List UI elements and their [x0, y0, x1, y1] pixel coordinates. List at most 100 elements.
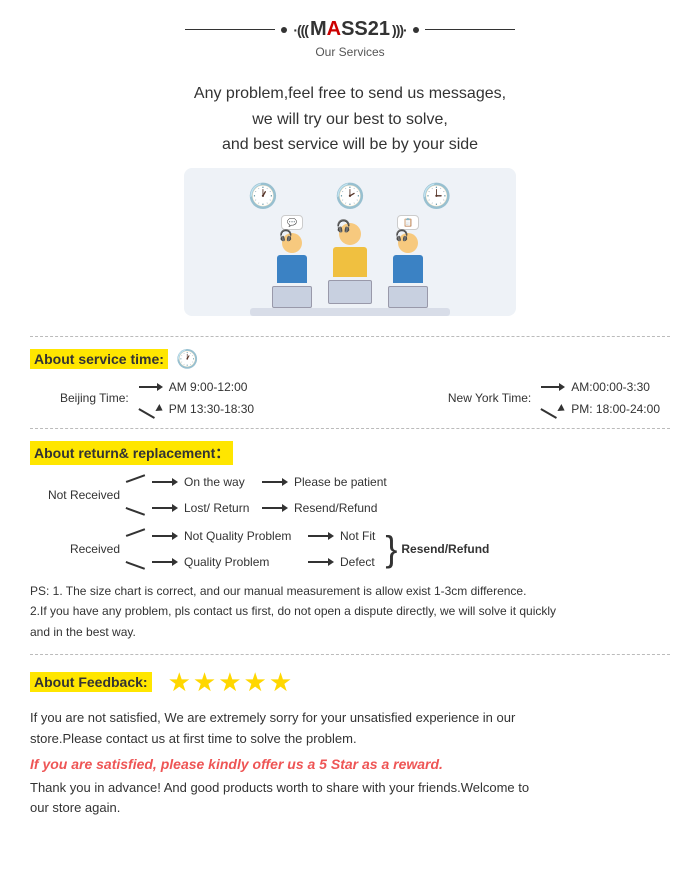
defect-arrow	[308, 558, 334, 566]
newyork-label: New York Time:	[448, 391, 531, 405]
clock-icon-2: 🕑	[335, 182, 365, 211]
feedback-text1: If you are not satisfied, We are extreme…	[30, 710, 515, 725]
branch-up-line	[126, 474, 145, 482]
beijing-label: Beijing Time:	[60, 391, 129, 405]
ny-am-arrow	[541, 383, 565, 391]
feedback-satisfied-text: If you are satisfied, please kindly offe…	[30, 756, 670, 772]
received-branches: Not Quality Problem Not Fit Quality Prob…	[126, 529, 375, 569]
star-1: ★	[168, 667, 191, 698]
resend-refund-2-text: Resend/Refund	[401, 542, 489, 556]
agent-body-3	[393, 255, 423, 283]
feedback-text2: store.Please contact us at first time to…	[30, 731, 357, 746]
ps-line1: PS: 1. The size chart is correct, and ou…	[30, 581, 670, 601]
beijing-times: AM 9:00-12:00 PM 13:30-18:30	[139, 380, 254, 416]
divider-3	[30, 654, 670, 655]
ny-pm-arrow-down	[541, 405, 565, 413]
logo-wave-left: ·(((	[293, 22, 308, 38]
not-quality-arrow	[152, 532, 178, 540]
received-label: Received	[40, 542, 120, 556]
beijing-time-block: Beijing Time: AM 9:00-12:00 PM 13:30-18:…	[60, 380, 254, 416]
tagline-line1: Any problem,feel free to send us message…	[40, 81, 660, 107]
clock-icon-1: 🕐	[248, 182, 278, 211]
received-block: Received Not Quality Problem Not Fit	[40, 529, 670, 569]
resend-arrow-1	[262, 504, 288, 512]
on-way-arrow	[152, 478, 178, 486]
agent-head-3: 🎧	[398, 233, 418, 253]
speech-bubble-1: 💬	[281, 215, 303, 230]
return-title: About return& replacement：	[30, 441, 670, 465]
newyork-pm-row: PM: 18:00-24:00	[541, 402, 660, 416]
laptop-3	[388, 286, 428, 308]
feedback-title-text: About Feedback:	[30, 672, 152, 692]
tagline-line3: and best service will be by your side	[40, 132, 660, 158]
lost-arrow	[152, 504, 178, 512]
recv-branch-up	[126, 528, 145, 536]
newyork-times: AM:00:00-3:30 PM: 18:00-24:00	[541, 380, 660, 416]
ps-line2: 2.If you have any problem, pls contact u…	[30, 601, 670, 621]
logo-wave-right: )))·	[392, 22, 407, 38]
star-rating: ★ ★ ★ ★ ★	[168, 667, 293, 698]
lost-return-row: Lost/ Return Resend/Refund	[126, 501, 387, 515]
service-time-title-text: About service time:	[30, 349, 168, 369]
quality-problem-text: Quality Problem	[184, 555, 302, 569]
feedback-thanks-block: Thank you in advance! And good products …	[30, 778, 670, 820]
beijing-pm-row: PM 13:30-18:30	[139, 402, 254, 416]
feedback-section: About Feedback: ★ ★ ★ ★ ★ If you are not…	[30, 667, 670, 819]
ps-line3: and in the best way.	[30, 622, 670, 642]
not-quality-text: Not Quality Problem	[184, 529, 302, 543]
service-time-section: About service time: 🕐 Beijing Time: AM 9…	[30, 349, 670, 416]
beijing-am-text: AM 9:00-12:00	[169, 380, 248, 394]
feedback-thanks-text2: our store again.	[30, 800, 120, 815]
subtitle: Our Services	[0, 45, 700, 59]
feedback-not-satisfied: If you are not satisfied, We are extreme…	[30, 708, 670, 750]
line-right	[425, 29, 515, 31]
divider-1	[30, 336, 670, 337]
star-5: ★	[269, 667, 292, 698]
header-section: ·((( MASS21 )))· Our Services	[0, 0, 700, 65]
on-the-way-row: On the way Please be patient	[126, 475, 387, 489]
desk-surface	[250, 308, 450, 316]
newyork-pm-text: PM: 18:00-24:00	[571, 402, 660, 416]
tagline-line2: we will try our best to solve,	[40, 107, 660, 133]
lost-return-text: Lost/ Return	[184, 501, 256, 515]
customer-service-illustration: 🕐 🕑 🕒 💬 🎧 🎧	[0, 168, 700, 316]
am-arrow	[139, 383, 163, 391]
recv-branch-down	[126, 561, 145, 569]
not-received-label: Not Received	[40, 488, 120, 502]
not-fit-text: Not Fit	[340, 529, 375, 543]
clock-emoji: 🕐	[176, 349, 198, 370]
star-4: ★	[244, 667, 267, 698]
not-quality-row: Not Quality Problem Not Fit	[126, 529, 375, 543]
logo-text: MASS21	[310, 18, 390, 41]
agent-body-2	[333, 247, 367, 277]
agent-body-1	[277, 255, 307, 283]
time-grid: Beijing Time: AM 9:00-12:00 PM 13:30-18:…	[30, 380, 670, 416]
please-be-patient-text: Please be patient	[294, 475, 387, 489]
feedback-title: About Feedback: ★ ★ ★ ★ ★	[30, 667, 670, 698]
patient-arrow	[262, 478, 288, 486]
agent-head-2: 🎧	[339, 223, 361, 245]
on-the-way-text: On the way	[184, 475, 256, 489]
not-fit-arrow	[308, 532, 334, 540]
defect-text: Defect	[340, 555, 375, 569]
logo: ·((( MASS21 )))·	[293, 18, 406, 41]
quality-row: Quality Problem Defect	[126, 555, 375, 569]
not-received-block: Not Received On the way Please be patien…	[40, 475, 670, 515]
ps-notes-block: PS: 1. The size chart is correct, and ou…	[30, 581, 670, 642]
star-3: ★	[218, 667, 241, 698]
tagline-block: Any problem,feel free to send us message…	[40, 81, 660, 158]
beijing-pm-text: PM 13:30-18:30	[169, 402, 254, 416]
laptop-2	[328, 280, 372, 304]
newyork-time-block: New York Time: AM:00:00-3:30 PM: 18:00-2…	[448, 380, 660, 416]
clock-icon-3: 🕒	[422, 182, 452, 211]
speech-bubble-3: 📋	[397, 215, 419, 230]
service-time-title: About service time: 🕐	[30, 349, 670, 370]
newyork-am-row: AM:00:00-3:30	[541, 380, 660, 394]
return-title-text: About return& replacement：	[30, 441, 233, 465]
not-received-branches: On the way Please be patient Lost/ Retur…	[126, 475, 387, 515]
header-line: ·((( MASS21 )))·	[0, 18, 700, 41]
line-left	[185, 29, 275, 31]
brace-resend-block: } Resend/Refund	[381, 531, 489, 567]
dot-left	[281, 27, 287, 33]
agent-head-1: 🎧	[282, 233, 302, 253]
